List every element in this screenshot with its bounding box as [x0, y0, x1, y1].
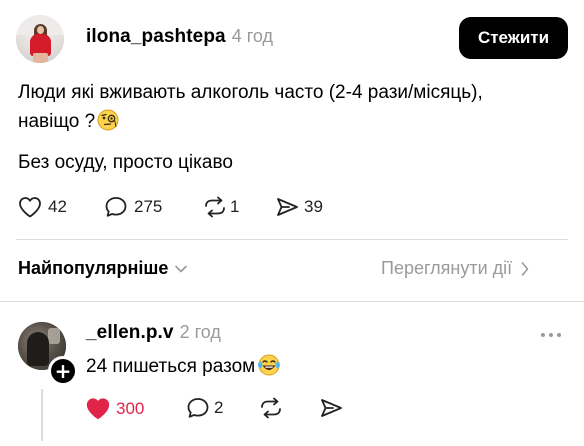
post-author-meta: ilona_pashtepa 4 год — [86, 26, 273, 48]
chevron-right-icon — [520, 261, 530, 277]
post-text-line-2-text: навіщо ? — [18, 111, 96, 132]
plus-icon: + — [54, 358, 72, 383]
post-like-button[interactable]: 42 — [18, 196, 67, 218]
reply-repost-button[interactable] — [258, 397, 284, 419]
face-with-monocle-icon — [97, 109, 119, 140]
post-text-line-3: Без осуду, просто цікаво — [18, 152, 233, 173]
chevron-down-icon — [174, 264, 188, 274]
post-share-count: 39 — [304, 197, 323, 216]
post-reply-button[interactable]: 275 — [104, 196, 162, 218]
reply-text-content: 24 пишеться разом — [86, 356, 256, 377]
comment-bubble-icon — [104, 196, 128, 218]
post-repost-count: 1 — [230, 197, 240, 216]
reply-time-ago: 2 год — [179, 322, 221, 342]
reply-share-button[interactable] — [319, 397, 343, 419]
post-time-ago: 4 год — [231, 26, 274, 46]
reply-like-count: 300 — [116, 398, 145, 418]
sort-dropdown[interactable]: Найпопулярніше — [18, 258, 188, 279]
post-share-button[interactable]: 39 — [275, 196, 323, 218]
divider — [16, 239, 568, 240]
view-activity-label: Переглянути дії — [381, 258, 513, 278]
heart-filled-icon — [85, 397, 111, 420]
send-icon — [319, 397, 343, 419]
thread-line — [41, 389, 43, 441]
post-like-count: 42 — [48, 197, 67, 216]
post-text-line-2: навіщо ? — [18, 107, 119, 140]
repost-icon — [258, 397, 284, 419]
reply-author-meta: _ellen.p.v 2 год — [86, 322, 221, 344]
comment-bubble-icon — [186, 397, 210, 419]
heart-icon — [18, 196, 42, 218]
reply-reply-count: 2 — [214, 398, 224, 417]
reply-reply-button[interactable]: 2 — [186, 397, 223, 419]
follow-button[interactable]: Стежити — [459, 17, 568, 59]
reply-text: 24 пишеться разом — [86, 352, 281, 385]
view-activity-link[interactable]: Переглянути дії — [381, 258, 530, 279]
reply-username[interactable]: _ellen.p.v — [86, 322, 174, 343]
sort-label: Найпопулярніше — [18, 258, 169, 278]
post-repost-button[interactable]: 1 — [202, 196, 239, 218]
reply-like-button[interactable]: 300 — [85, 397, 144, 420]
post-reply-count: 275 — [134, 197, 163, 216]
post-username[interactable]: ilona_pashtepa — [86, 26, 226, 47]
face-with-tears-of-joy-icon — [257, 354, 281, 385]
repost-icon — [202, 196, 228, 218]
post-text-line-1: Люди які вживають алкоголь часто (2-4 ра… — [18, 82, 483, 103]
more-options-button[interactable] — [540, 326, 562, 344]
follow-plus-button[interactable]: + — [48, 356, 78, 386]
more-horizontal-icon — [540, 326, 562, 343]
post-author-avatar[interactable] — [16, 15, 64, 63]
section-divider — [0, 301, 584, 302]
send-icon — [275, 196, 299, 218]
